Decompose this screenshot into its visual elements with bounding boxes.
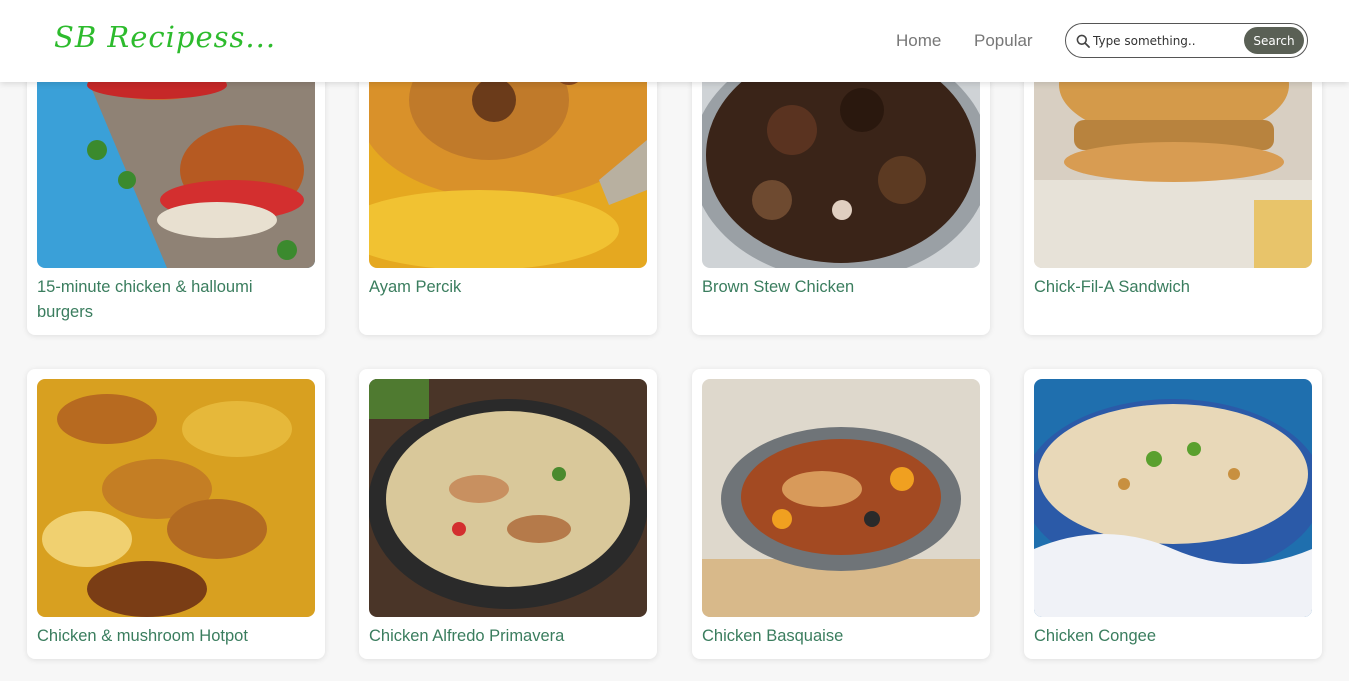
recipe-title[interactable]: Brown Stew Chicken: [702, 275, 972, 300]
nav-popular-link[interactable]: Popular: [974, 31, 1033, 51]
search-form: Search: [1065, 23, 1308, 58]
recipe-card[interactable]: Chicken Congee: [1024, 369, 1322, 659]
search-input[interactable]: [1093, 31, 1239, 51]
recipe-image[interactable]: [37, 379, 315, 617]
recipe-card[interactable]: Chicken & mushroom Hotpot: [27, 369, 325, 659]
recipe-title[interactable]: Ayam Percik: [369, 275, 639, 300]
recipe-image[interactable]: [369, 379, 647, 617]
recipe-image[interactable]: [702, 379, 980, 617]
search-button[interactable]: Search: [1244, 27, 1304, 54]
site-logo[interactable]: SB Recipess...: [54, 20, 276, 54]
recipe-title[interactable]: Chicken Basquaise: [702, 624, 972, 649]
recipe-title[interactable]: 15-minute chicken & halloumi burgers: [37, 275, 307, 325]
recipe-image[interactable]: [1034, 379, 1312, 617]
recipe-title[interactable]: Chick-Fil-A Sandwich: [1034, 275, 1304, 300]
recipe-card[interactable]: Chicken Alfredo Primavera: [359, 369, 657, 659]
recipe-title[interactable]: Chicken & mushroom Hotpot: [37, 624, 307, 649]
top-navbar: SB Recipess... Home Popular Search: [0, 0, 1349, 82]
recipe-grid: 15-minute chicken & halloumi burgers Aya…: [0, 0, 1349, 681]
recipe-title[interactable]: Chicken Congee: [1034, 624, 1304, 649]
recipe-card[interactable]: Chicken Basquaise: [692, 369, 990, 659]
recipe-title[interactable]: Chicken Alfredo Primavera: [369, 624, 639, 649]
search-icon: [1076, 34, 1090, 48]
nav-home-link[interactable]: Home: [896, 31, 941, 51]
